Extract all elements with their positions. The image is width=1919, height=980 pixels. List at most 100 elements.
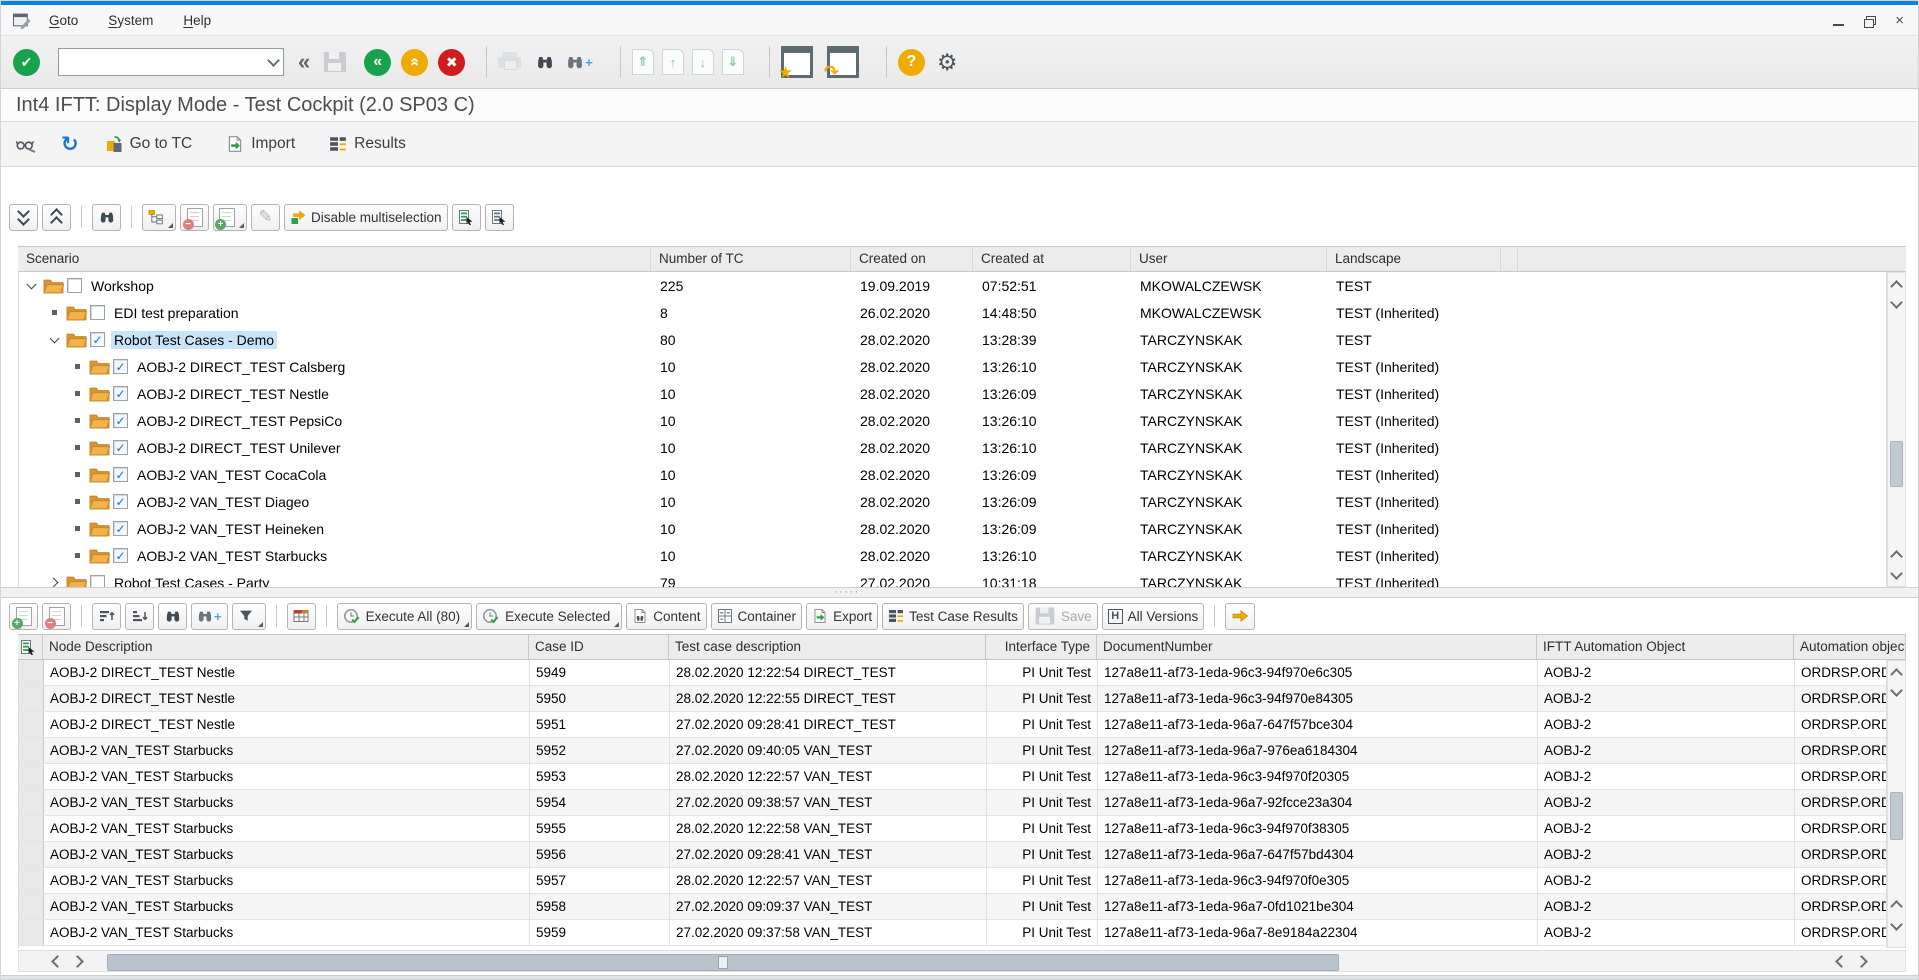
grid-add-row-button[interactable]: + bbox=[9, 603, 38, 630]
tree-expander-icon[interactable] bbox=[24, 279, 39, 293]
menu-goto[interactable]: Goto bbox=[49, 13, 78, 28]
table-row[interactable]: AOBJ-2 VAN_TEST Starbucks 5958 27.02.202… bbox=[19, 894, 1886, 920]
scenario-label[interactable]: AOBJ-2 VAN_TEST CocaCola bbox=[134, 466, 329, 484]
export-button[interactable]: Export bbox=[806, 603, 878, 630]
row-selector[interactable] bbox=[19, 816, 44, 841]
tree-expander-icon[interactable] bbox=[47, 576, 62, 588]
tree-row[interactable]: ✓ AOBJ-2 VAN_TEST Starbucks 10 28.02.202… bbox=[19, 542, 1886, 569]
row-selector[interactable] bbox=[19, 894, 44, 919]
row-selector[interactable] bbox=[19, 712, 44, 737]
scenario-checkbox[interactable] bbox=[90, 575, 105, 587]
scenario-checkbox[interactable] bbox=[90, 305, 105, 320]
tree-row[interactable]: ✓ AOBJ-2 VAN_TEST Heineken 10 28.02.2020… bbox=[19, 515, 1886, 542]
minimize-icon[interactable] bbox=[1833, 24, 1844, 26]
scenario-label[interactable]: Robot Test Cases - Demo bbox=[111, 331, 277, 349]
grid-delete-row-button[interactable]: − bbox=[42, 603, 71, 630]
tree-col-created-on[interactable]: Created on bbox=[851, 247, 973, 271]
scenario-checkbox[interactable]: ✓ bbox=[113, 467, 128, 482]
scenario-checkbox[interactable] bbox=[67, 278, 82, 293]
scroll-up-icon[interactable] bbox=[1888, 545, 1905, 564]
row-selector[interactable] bbox=[19, 686, 44, 711]
edit-node-button[interactable]: ✎ bbox=[251, 204, 280, 231]
tree-col-scenario[interactable]: Scenario bbox=[18, 247, 651, 271]
tree-col-landscape[interactable]: Landscape bbox=[1327, 247, 1501, 271]
grid-col-document-number[interactable]: DocumentNumber bbox=[1097, 635, 1537, 659]
row-selector[interactable] bbox=[19, 660, 44, 685]
pane-splitter[interactable]: ····· bbox=[1, 587, 1918, 598]
help-button[interactable]: ? bbox=[898, 49, 925, 76]
tree-find-button[interactable] bbox=[92, 204, 121, 231]
find-next-icon[interactable]: + bbox=[566, 53, 593, 71]
scenario-checkbox[interactable]: ✓ bbox=[113, 359, 128, 374]
customize-layout-icon[interactable]: ⚙ bbox=[937, 49, 958, 76]
tree-row[interactable]: Robot Test Cases - Party 79 27.02.2020 1… bbox=[19, 569, 1886, 587]
scenario-checkbox[interactable]: ✓ bbox=[90, 332, 105, 347]
new-session-icon[interactable]: ★ bbox=[781, 46, 813, 78]
scenario-label[interactable]: AOBJ-2 VAN_TEST Heineken bbox=[134, 520, 327, 538]
content-button[interactable]: Content bbox=[626, 603, 706, 630]
tree-row[interactable]: ✓ Robot Test Cases - Demo 80 28.02.2020 … bbox=[19, 326, 1886, 353]
scenario-label[interactable]: AOBJ-2 VAN_TEST Starbucks bbox=[134, 547, 330, 565]
tree-row[interactable]: ✓ AOBJ-2 DIRECT_TEST Calsberg 10 28.02.2… bbox=[19, 353, 1886, 380]
table-row[interactable]: AOBJ-2 VAN_TEST Starbucks 5955 28.02.202… bbox=[19, 816, 1886, 842]
grid-col-iftt-automation-object[interactable]: IFTT Automation Object bbox=[1537, 635, 1794, 659]
create-shortcut-icon[interactable]: ↷ bbox=[827, 46, 859, 78]
row-selector[interactable] bbox=[19, 790, 44, 815]
scroll-down-icon[interactable] bbox=[1888, 566, 1905, 585]
table-row[interactable]: AOBJ-2 DIRECT_TEST Nestle 5951 27.02.202… bbox=[19, 712, 1886, 738]
grid-col-interface-type[interactable]: Interface Type bbox=[986, 635, 1097, 659]
table-row[interactable]: AOBJ-2 VAN_TEST Starbucks 5959 27.02.202… bbox=[19, 920, 1886, 946]
scroll-down-icon[interactable] bbox=[1888, 917, 1905, 936]
container-button[interactable]: Container bbox=[711, 603, 803, 630]
filter-button[interactable] bbox=[232, 603, 266, 630]
exit-button[interactable]: ✖ bbox=[438, 49, 465, 76]
scenario-label[interactable]: AOBJ-2 DIRECT_TEST Calsberg bbox=[134, 358, 348, 376]
table-row[interactable]: AOBJ-2 VAN_TEST Starbucks 5956 27.02.202… bbox=[19, 842, 1886, 868]
row-selector[interactable] bbox=[19, 842, 44, 867]
grid-save-button[interactable]: Save bbox=[1028, 603, 1098, 630]
tree-expander-icon[interactable] bbox=[70, 549, 85, 563]
scenario-label[interactable]: Robot Test Cases - Party bbox=[111, 574, 272, 588]
tree-row[interactable]: ✓ AOBJ-2 DIRECT_TEST PepsiCo 10 28.02.20… bbox=[19, 407, 1886, 434]
scroll-up-icon[interactable] bbox=[1888, 663, 1905, 682]
close-icon[interactable]: × bbox=[1895, 13, 1904, 28]
tree-col-user[interactable]: User bbox=[1131, 247, 1327, 271]
tree-row[interactable]: ✓ AOBJ-2 VAN_TEST CocaCola 10 28.02.2020… bbox=[19, 461, 1886, 488]
restore-icon[interactable] bbox=[1864, 16, 1875, 26]
grid-col-case-id[interactable]: Case ID bbox=[529, 635, 669, 659]
scroll-down-icon[interactable] bbox=[1888, 683, 1905, 702]
collapse-all-button[interactable] bbox=[42, 204, 71, 231]
scroll-thumb[interactable] bbox=[1890, 441, 1903, 487]
table-row[interactable]: AOBJ-2 VAN_TEST Starbucks 5957 28.02.202… bbox=[19, 868, 1886, 894]
layout-button[interactable] bbox=[287, 603, 316, 630]
tree-expander-icon[interactable] bbox=[70, 468, 85, 482]
table-row[interactable]: AOBJ-2 DIRECT_TEST Nestle 5950 28.02.202… bbox=[19, 686, 1886, 712]
select-block-button[interactable] bbox=[485, 204, 514, 231]
refresh-button[interactable]: ↻ bbox=[61, 132, 79, 157]
all-versions-button[interactable]: H All Versions bbox=[1102, 603, 1205, 630]
import-button[interactable]: Import bbox=[226, 135, 295, 153]
tree-row[interactable]: ✓ AOBJ-2 VAN_TEST Diageo 10 28.02.2020 1… bbox=[19, 488, 1886, 515]
grid-selection-header[interactable] bbox=[18, 635, 43, 659]
splitter-handle-icon[interactable]: ····· bbox=[834, 590, 860, 595]
scroll-up-icon[interactable] bbox=[1888, 895, 1905, 914]
scenario-checkbox[interactable]: ✓ bbox=[113, 494, 128, 509]
row-selector[interactable] bbox=[19, 868, 44, 893]
previous-page-icon[interactable]: ↑ bbox=[662, 49, 684, 75]
scenario-label[interactable]: AOBJ-2 DIRECT_TEST Unilever bbox=[134, 439, 344, 457]
insert-node-button[interactable] bbox=[142, 204, 176, 231]
enter-button[interactable]: ✔ bbox=[13, 49, 40, 76]
scenario-checkbox[interactable]: ✓ bbox=[113, 521, 128, 536]
delete-node-button[interactable]: − bbox=[180, 204, 209, 231]
row-selector[interactable] bbox=[19, 764, 44, 789]
grid-col-automation-object[interactable]: Automation object bbox=[1794, 635, 1906, 659]
tree-expander-icon[interactable] bbox=[70, 441, 85, 455]
scroll-left-icon[interactable] bbox=[47, 952, 67, 970]
first-page-icon[interactable]: ⇑ bbox=[632, 49, 654, 75]
tree-row[interactable]: Workshop 225 19.09.2019 07:52:51 MKOWALC… bbox=[19, 272, 1886, 299]
scenario-label[interactable]: AOBJ-2 VAN_TEST Diageo bbox=[134, 493, 312, 511]
save-icon[interactable] bbox=[324, 52, 346, 72]
results-button[interactable]: Results bbox=[329, 135, 406, 153]
tree-row[interactable]: ✓ AOBJ-2 DIRECT_TEST Nestle 10 28.02.202… bbox=[19, 380, 1886, 407]
execute-all-button[interactable]: Execute All (80) bbox=[337, 603, 473, 630]
